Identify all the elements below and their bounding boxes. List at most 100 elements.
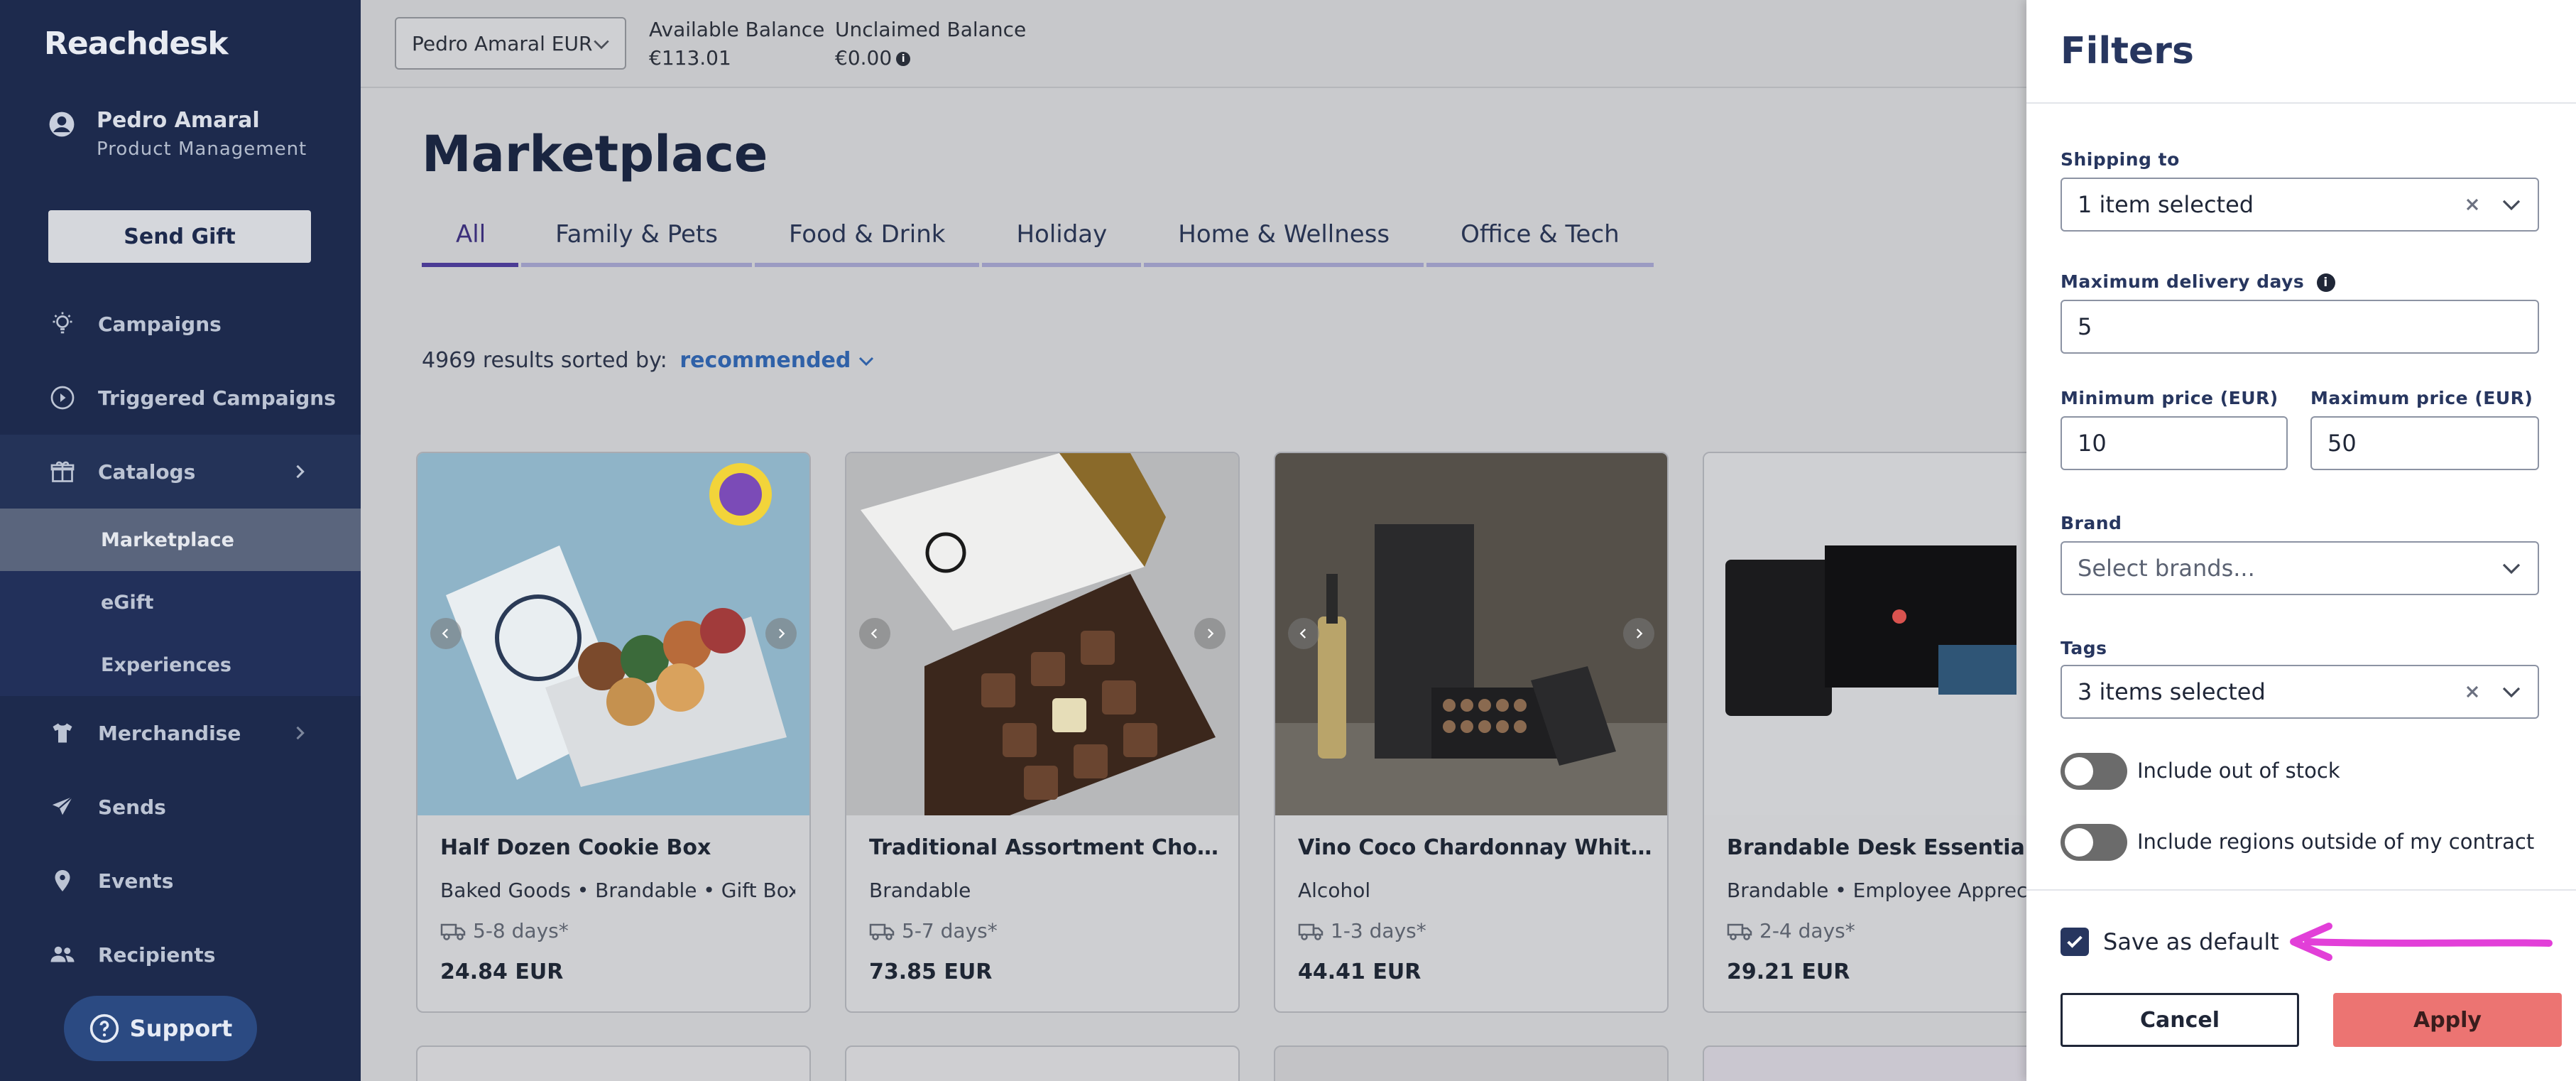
chevron-left-icon xyxy=(871,629,878,639)
tab-family-pets[interactable]: Family & Pets xyxy=(521,220,752,267)
max-price-label: Maximum price (EUR) xyxy=(2310,388,2533,408)
delivery-days: 2-4 days* xyxy=(1759,919,1855,943)
chevron-right-icon xyxy=(296,465,305,479)
min-price-input[interactable]: 10 xyxy=(2061,416,2288,470)
cancel-button[interactable]: Cancel xyxy=(2061,993,2299,1047)
carousel-prev-button[interactable] xyxy=(430,618,462,649)
results-count: 4969 results sorted by: xyxy=(422,348,667,373)
lightbulb-icon xyxy=(48,310,77,338)
results-summary: 4969 results sorted by: recommended xyxy=(422,348,875,373)
sidebar-item-label: Merchandise xyxy=(98,721,241,745)
annotation-arrow-icon xyxy=(2290,923,2553,961)
chevron-down-icon[interactable] xyxy=(2501,685,2522,700)
tags-select[interactable]: 3 items selected xyxy=(2061,665,2539,719)
sidebar-item-triggered-campaigns[interactable]: Triggered Campaigns xyxy=(0,361,361,435)
product-image-chocolates xyxy=(846,453,1238,815)
product-title: Vino Coco Chardonnay White Wi... xyxy=(1298,835,1653,860)
reachdesk-logo[interactable]: Reachdesk xyxy=(44,26,229,62)
chevron-down-icon[interactable] xyxy=(2501,197,2522,213)
account-select-value: Pedro Amaral EUR xyxy=(412,31,593,55)
clear-icon[interactable] xyxy=(2462,682,2482,702)
sidebar-subitem-experiences[interactable]: Experiences xyxy=(0,634,361,696)
tab-food-drink[interactable]: Food & Drink xyxy=(754,220,980,267)
sidebar: Reachdesk Pedro Amaral Product Managemen… xyxy=(0,0,361,1081)
product-card[interactable] xyxy=(845,1045,1240,1081)
product-card[interactable]: Traditional Assortment Chocolat... Brand… xyxy=(845,452,1240,1013)
info-icon[interactable]: i xyxy=(2316,273,2335,292)
sort-dropdown[interactable]: recommended xyxy=(680,348,875,373)
clear-icon[interactable] xyxy=(2462,195,2482,214)
available-balance-value: €113.01 xyxy=(649,46,731,70)
available-balance-label: Available Balance xyxy=(649,18,825,41)
available-balance: Available Balance €113.01 xyxy=(649,16,824,72)
product-title: Half Dozen Cookie Box xyxy=(440,835,711,860)
info-icon[interactable]: i xyxy=(896,52,911,66)
carousel-prev-button[interactable] xyxy=(859,618,890,649)
product-card[interactable] xyxy=(416,1045,811,1081)
apply-button[interactable]: Apply xyxy=(2333,993,2562,1047)
product-title: Traditional Assortment Chocolat... xyxy=(869,835,1224,860)
chevron-right-icon xyxy=(1636,629,1643,639)
max-delivery-days-text: Maximum delivery days xyxy=(2061,271,2305,292)
people-icon xyxy=(48,940,77,969)
truck-icon xyxy=(1298,923,1324,940)
brand-placeholder: Select brands... xyxy=(2078,555,2255,582)
sidebar-item-catalogs[interactable]: Catalogs xyxy=(0,435,361,509)
sort-value: recommended xyxy=(680,348,851,373)
product-card[interactable]: Vino Coco Chardonnay White Wi... Alcohol… xyxy=(1274,452,1669,1013)
carousel-prev-button[interactable] xyxy=(1288,618,1319,649)
tab-holiday[interactable]: Holiday xyxy=(982,220,1142,267)
tags-label: Tags xyxy=(2061,638,2107,658)
shipping-to-select[interactable]: 1 item selected xyxy=(2061,178,2539,232)
tab-office-tech[interactable]: Office & Tech xyxy=(1426,220,1654,267)
gift-icon xyxy=(48,457,77,486)
include-out-of-stock-toggle[interactable] xyxy=(2061,753,2127,790)
support-button[interactable]: Support xyxy=(64,996,257,1061)
delivery-days: 1-3 days* xyxy=(1331,919,1426,943)
sidebar-item-recipients[interactable]: Recipients xyxy=(0,918,361,992)
tshirt-icon xyxy=(48,719,77,747)
sidebar-item-label: Campaigns xyxy=(98,312,222,336)
save-as-default-label: Save as default xyxy=(2103,928,2279,955)
sidebar-subitem-egift[interactable]: eGift xyxy=(0,571,361,634)
tags-value: 3 items selected xyxy=(2078,678,2266,705)
max-delivery-days-input[interactable]: 5 xyxy=(2061,300,2539,354)
unclaimed-balance-value: €0.00 xyxy=(835,46,893,70)
chevron-down-icon[interactable] xyxy=(2501,561,2522,577)
account-select[interactable]: Pedro Amaral EUR xyxy=(395,17,626,70)
max-price-value: 50 xyxy=(2327,430,2357,457)
brand-select[interactable]: Select brands... xyxy=(2061,541,2539,595)
tab-all[interactable]: All xyxy=(422,220,519,267)
chevron-down-icon xyxy=(859,357,874,366)
carousel-next-button[interactable] xyxy=(1623,618,1654,649)
divider xyxy=(2026,102,2576,104)
include-out-of-stock-label: Include out of stock xyxy=(2137,759,2340,783)
paper-plane-icon xyxy=(48,793,77,821)
chevron-left-icon xyxy=(442,629,449,639)
sidebar-subitem-marketplace[interactable]: Marketplace xyxy=(0,509,361,571)
chevron-left-icon xyxy=(1299,629,1306,639)
product-card[interactable]: Half Dozen Cookie Box Baked Goods • Bran… xyxy=(416,452,811,1013)
shipping-to-label: Shipping to xyxy=(2061,149,2180,170)
sidebar-item-sends[interactable]: Sends xyxy=(0,770,361,844)
carousel-next-button[interactable] xyxy=(1194,618,1226,649)
user-profile[interactable]: Pedro Amaral Product Management xyxy=(48,108,307,160)
sidebar-item-label: Catalogs xyxy=(98,460,196,484)
sidebar-item-campaigns[interactable]: Campaigns xyxy=(0,287,361,361)
min-price-value: 10 xyxy=(2078,430,2107,457)
delivery-time: 5-8 days* xyxy=(440,919,795,943)
product-image-cookie-box xyxy=(417,453,809,815)
chevron-right-icon xyxy=(778,629,785,639)
truck-icon xyxy=(440,923,466,940)
carousel-next-button[interactable] xyxy=(765,618,797,649)
sidebar-item-events[interactable]: Events xyxy=(0,844,361,918)
send-gift-button[interactable]: Send Gift xyxy=(48,210,311,263)
product-categories: Baked Goods • Brandable • Gift Box xyxy=(440,879,795,902)
save-as-default-checkbox[interactable] xyxy=(2061,928,2089,956)
product-card[interactable] xyxy=(1274,1045,1669,1081)
sidebar-item-merchandise[interactable]: Merchandise xyxy=(0,696,361,770)
tab-home-wellness[interactable]: Home & Wellness xyxy=(1144,220,1424,267)
question-circle-icon xyxy=(89,1014,119,1043)
max-price-input[interactable]: 50 xyxy=(2310,416,2539,470)
include-regions-toggle[interactable] xyxy=(2061,824,2127,861)
